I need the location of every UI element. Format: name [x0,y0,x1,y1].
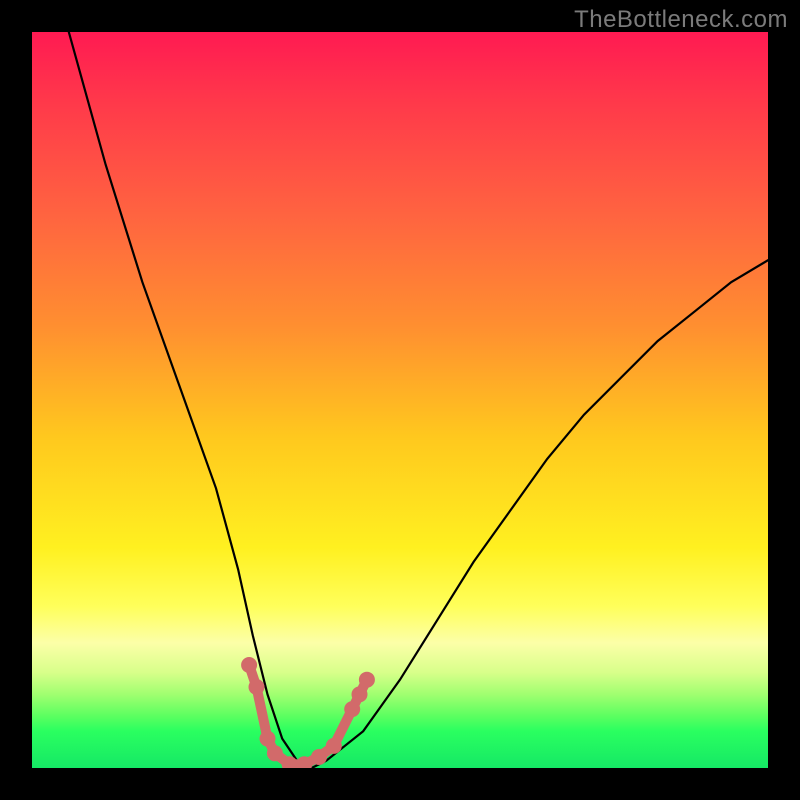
marker-dot [311,749,327,765]
marker-dot [260,731,276,747]
plot-area [32,32,768,768]
marker-dot [352,686,368,702]
marker-dot [326,738,342,754]
marker-dot [344,701,360,717]
watermark-text: TheBottleneck.com [574,6,788,34]
highlight-markers [241,657,375,768]
marker-dot [267,745,283,761]
curve-path [69,32,768,768]
marker-dot [249,679,265,695]
marker-dot [241,657,257,673]
marker-dot [359,672,375,688]
chart-frame: TheBottleneck.com [0,0,800,800]
bottleneck-curve [32,32,768,768]
